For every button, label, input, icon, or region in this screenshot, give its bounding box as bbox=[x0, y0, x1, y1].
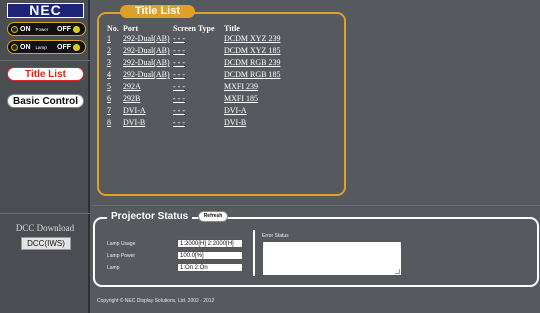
row-port[interactable]: DVI-A bbox=[123, 106, 146, 115]
header-no: No. bbox=[107, 24, 119, 33]
content-divider bbox=[92, 205, 540, 206]
row-no[interactable]: 7 bbox=[107, 106, 111, 115]
sidebar-divider bbox=[0, 60, 90, 61]
lamp-on-indicator-icon[interactable] bbox=[11, 43, 18, 51]
header-title: Title bbox=[224, 24, 240, 33]
row-no[interactable]: 8 bbox=[107, 118, 111, 127]
error-status-textarea[interactable] bbox=[262, 241, 402, 276]
row-no[interactable]: 1 bbox=[107, 34, 111, 43]
lamp-label: Lamp bbox=[107, 265, 120, 271]
row-title[interactable]: DCDM RGB 239 bbox=[224, 58, 280, 67]
row-port[interactable]: 292-Dual(AB) bbox=[123, 58, 170, 67]
row-port[interactable]: DVI-B bbox=[123, 118, 145, 127]
row-title[interactable]: DVI-A bbox=[224, 106, 247, 115]
resize-grip-icon[interactable] bbox=[395, 269, 400, 274]
lamp-on-label: ON bbox=[20, 43, 31, 51]
nav-basic-control[interactable]: Basic Control bbox=[7, 94, 84, 108]
power-off-label: OFF bbox=[57, 25, 71, 33]
row-title[interactable]: MXFI 185 bbox=[224, 94, 258, 103]
row-no[interactable]: 6 bbox=[107, 94, 111, 103]
row-port[interactable]: 292-Dual(AB) bbox=[123, 70, 170, 79]
dcc-iws-button[interactable]: DCC(IWS) bbox=[21, 237, 71, 250]
lamp-off-label: OFF bbox=[57, 43, 71, 51]
nav-title-list[interactable]: Title List bbox=[7, 67, 84, 81]
lamp-usage-label: Lamp Usage bbox=[107, 241, 136, 247]
error-status-label: Error Status bbox=[262, 233, 289, 239]
row-title[interactable]: DVI-B bbox=[224, 118, 246, 127]
lamp-off-indicator-icon[interactable] bbox=[73, 43, 80, 51]
row-screen-type[interactable]: - - - bbox=[173, 106, 185, 115]
row-screen-type[interactable]: - - - bbox=[173, 46, 185, 55]
row-port[interactable]: 292-Dual(AB) bbox=[123, 46, 170, 55]
lamp-field: 1:On 2:On bbox=[177, 263, 243, 272]
nec-logo: NEC bbox=[7, 3, 84, 18]
lamp-power-field: 100.0[%] bbox=[177, 251, 243, 260]
lamp-power-label: Lamp Power bbox=[107, 253, 136, 259]
projector-status-title: Projector Status bbox=[107, 210, 193, 223]
copyright-text: Copyright © NEC Display Solutions, Ltd. … bbox=[97, 298, 215, 304]
row-no[interactable]: 5 bbox=[107, 82, 111, 91]
row-screen-type[interactable]: - - - bbox=[173, 34, 185, 43]
row-no[interactable]: 2 bbox=[107, 46, 111, 55]
power-type-label: Power bbox=[35, 26, 49, 32]
power-toggle[interactable]: ON Power OFF bbox=[7, 22, 86, 36]
status-vertical-divider bbox=[253, 230, 255, 276]
dcc-download-label: DCC Download bbox=[15, 223, 75, 233]
row-screen-type[interactable]: - - - bbox=[173, 82, 185, 91]
row-title[interactable]: DCDM XYZ 239 bbox=[224, 34, 280, 43]
sidebar-divider bbox=[0, 213, 90, 214]
row-no[interactable]: 3 bbox=[107, 58, 111, 67]
title-list-tab: Title List bbox=[120, 5, 195, 18]
row-port[interactable]: 292A bbox=[123, 82, 141, 91]
row-screen-type[interactable]: - - - bbox=[173, 70, 185, 79]
row-port[interactable]: 292-Dual(AB) bbox=[123, 34, 170, 43]
power-on-indicator-icon[interactable] bbox=[11, 25, 18, 33]
row-title[interactable]: MXFI 239 bbox=[224, 82, 258, 91]
lamp-toggle[interactable]: ON Lamp OFF bbox=[7, 40, 86, 54]
header-screen-type: Screen Type bbox=[173, 24, 215, 33]
lamp-type-label: Lamp bbox=[35, 44, 47, 50]
row-screen-type[interactable]: - - - bbox=[173, 118, 185, 127]
row-title[interactable]: DCDM RGB 185 bbox=[224, 70, 280, 79]
row-screen-type[interactable]: - - - bbox=[173, 94, 185, 103]
power-on-label: ON bbox=[20, 25, 31, 33]
row-screen-type[interactable]: - - - bbox=[173, 58, 185, 67]
sidebar: NEC ON Power OFF ON Lamp OFF Title List … bbox=[0, 0, 90, 313]
power-off-indicator-icon[interactable] bbox=[73, 25, 80, 33]
row-no[interactable]: 4 bbox=[107, 70, 111, 79]
header-port: Port bbox=[123, 24, 139, 33]
row-title[interactable]: DCDM XYZ 185 bbox=[224, 46, 280, 55]
row-port[interactable]: 292B bbox=[123, 94, 140, 103]
refresh-button[interactable]: Refresh bbox=[198, 211, 228, 222]
lamp-usage-field: 1:2000[H] 2:2000[H] bbox=[177, 239, 243, 248]
